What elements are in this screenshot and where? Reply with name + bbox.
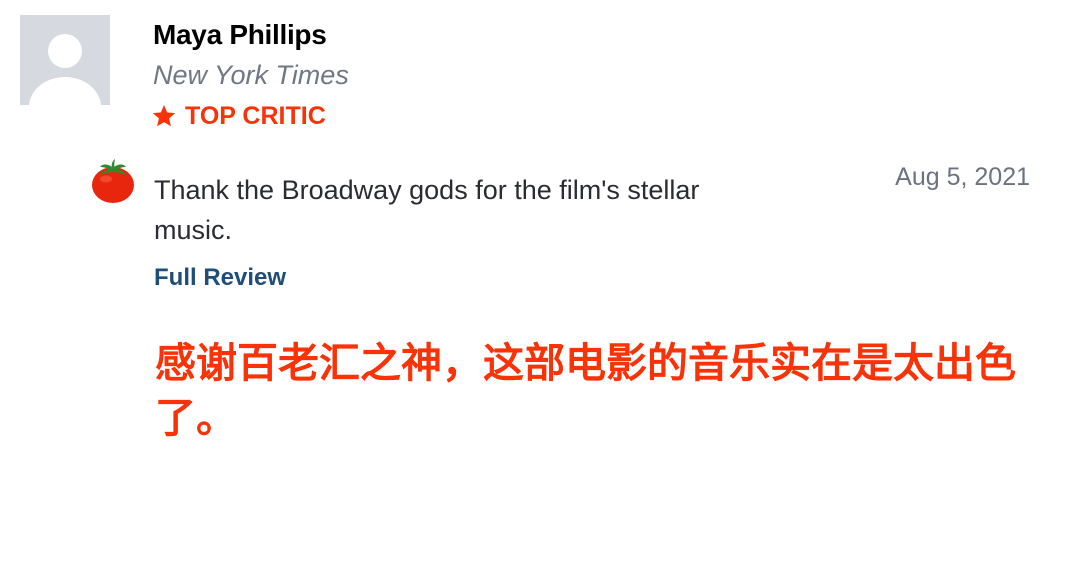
review-quote: Thank the Broadway gods for the film's s… [154,175,700,245]
publication-name[interactable]: New York Times [153,58,349,92]
full-review-link[interactable]: Full Review [154,261,286,295]
chinese-translation-caption: 感谢百老汇之神，这部电影的音乐实在是太出色了。 [155,339,1016,442]
top-critic-badge: TOP CRITIC [151,99,326,133]
fresh-tomato-icon [90,157,136,205]
top-critic-label: TOP CRITIC [185,102,326,130]
critic-review-card: Maya Phillips New York Times TOP CRITIC … [0,0,1072,563]
critic-name[interactable]: Maya Phillips [153,18,327,52]
critic-avatar[interactable] [20,15,110,105]
avatar-placeholder-icon [20,15,110,105]
review-date: Aug 5, 2021 [895,163,1030,191]
star-icon [151,103,177,129]
